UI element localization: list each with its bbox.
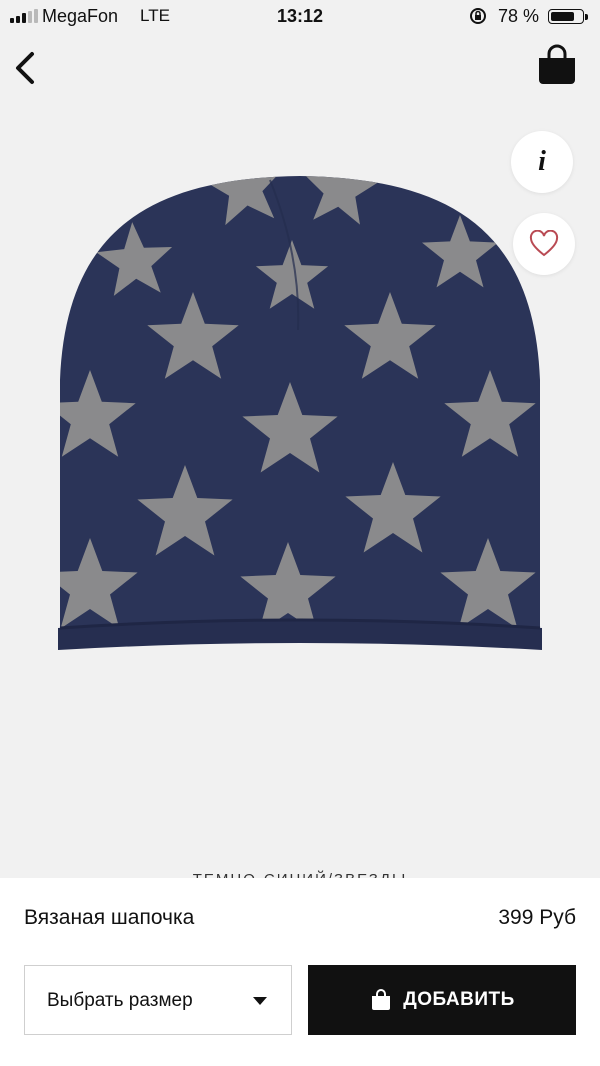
size-select[interactable]: Выбрать размер: [24, 965, 292, 1035]
size-select-label: Выбрать размер: [47, 990, 193, 1011]
status-bar: MegaFon LTE 13:12 78 %: [0, 0, 600, 34]
product-image[interactable]: [0, 120, 600, 740]
favorite-button[interactable]: [513, 213, 575, 275]
rotation-lock-icon: [470, 8, 486, 24]
add-to-bag-button[interactable]: ДОБАВИТЬ: [308, 965, 576, 1035]
info-icon: i: [538, 146, 546, 177]
product-price: 399 Руб: [498, 906, 576, 929]
add-button-label: ДОБАВИТЬ: [403, 989, 515, 1010]
info-button[interactable]: i: [511, 131, 573, 193]
chevron-down-icon: [253, 997, 267, 1005]
back-button[interactable]: [10, 48, 46, 88]
bottom-panel: Вязаная шапочка 399 Руб Выбрать размер Д…: [0, 878, 600, 1066]
heart-icon: [529, 230, 559, 257]
battery-icon: [548, 9, 584, 24]
battery-cap: [585, 14, 588, 20]
battery-percentage: 78 %: [498, 6, 540, 26]
shopping-bag-icon: [539, 44, 575, 84]
chevron-left-icon: [16, 52, 34, 84]
beanie-hat: [58, 176, 542, 650]
shopping-bag-icon: [372, 989, 391, 1010]
shopping-bag-button[interactable]: [534, 44, 580, 88]
product-name: Вязаная шапочка: [24, 906, 195, 929]
